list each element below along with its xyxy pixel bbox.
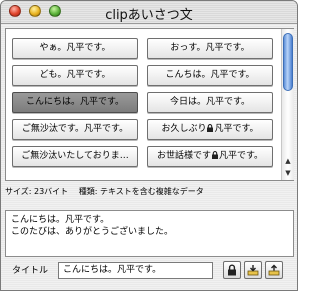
clip-button-8[interactable]: お久しぶり 凡平です。 [147, 119, 273, 140]
type-info: 種類: テキストを含む複雑なデータ [78, 187, 204, 196]
scroll-thumb[interactable] [283, 33, 293, 91]
clip-content-area[interactable]: こんにちは。凡平です。 このたびは、ありがとうございました。 [5, 210, 294, 257]
lock-button[interactable] [223, 261, 241, 279]
clip-button-6[interactable]: 今日は。凡平です。 [147, 92, 273, 113]
clip-button-grid: やぁ。凡平です。 おっす。凡平です。 ども。凡平です。 こんちは。凡平です。 こ… [5, 28, 294, 181]
clip-button-label: 凡平です。 [214, 124, 259, 134]
clip-button-7[interactable]: ご無沙汰です。凡平です。 [12, 119, 138, 140]
lock-icon [228, 264, 236, 276]
clip-button-label: こんにちは。凡平です。 [25, 97, 125, 107]
content-line: このたびは、ありがとうございました。 [11, 227, 174, 237]
clip-button-10[interactable]: お世話様です 凡平です。 [147, 146, 273, 167]
bottom-bar: タイトル こんにちは。凡平です。 [1, 259, 297, 290]
clip-button-label: ども。凡平です。 [39, 70, 111, 80]
clip-button-label: こんちは。凡平です。 [165, 70, 255, 80]
size-info: サイズ: 23バイト [5, 187, 69, 196]
content-line: こんにちは。凡平です。 [11, 215, 110, 225]
import-button[interactable] [244, 261, 262, 279]
clip-button-1[interactable]: やぁ。凡平です。 [12, 38, 138, 59]
clip-button-label: 今日は。凡平です。 [169, 97, 251, 107]
clip-button-3[interactable]: ども。凡平です。 [12, 65, 138, 86]
clip-button-label: ご無沙汰です。凡平です。 [21, 124, 129, 134]
title-input[interactable]: こんにちは。凡平です。 [58, 262, 213, 279]
clip-button-label: ご無沙汰いたしておりま… [21, 151, 129, 161]
title-label: タイトル [12, 266, 49, 276]
clip-button-9[interactable]: ご無沙汰いたしておりま… [12, 146, 138, 167]
scroll-down-arrow-icon[interactable]: ▼ [283, 168, 293, 178]
lock-icon [211, 151, 218, 159]
clip-button-label: おっす。凡平です。 [170, 43, 250, 53]
clip-button-4[interactable]: こんちは。凡平です。 [147, 65, 273, 86]
clip-button-label: 凡平です。 [218, 151, 264, 161]
clip-button-label: やぁ。凡平です。 [39, 43, 111, 53]
window: clipあいさつ文 やぁ。凡平です。 おっす。凡平です。 ども。凡平です。 こん… [0, 0, 298, 291]
export-button[interactable] [265, 261, 283, 279]
window-title: clipあいさつ文 [105, 8, 193, 23]
vertical-scrollbar[interactable]: ▲ ▼ [281, 29, 294, 180]
clip-button-label: お世話様です [156, 151, 211, 161]
import-icon [247, 265, 259, 276]
title-bar: clipあいさつ文 [1, 1, 297, 24]
export-icon [268, 264, 280, 276]
info-bar: サイズ: 23バイト 種類: テキストを含む複雑なデータ [5, 184, 294, 200]
clip-button-label: お久しぶり [161, 124, 207, 134]
scroll-up-arrow-icon[interactable]: ▲ [283, 156, 293, 166]
clip-button-2[interactable]: おっす。凡平です。 [147, 38, 273, 59]
clip-button-5[interactable]: こんにちは。凡平です。 [12, 92, 138, 113]
